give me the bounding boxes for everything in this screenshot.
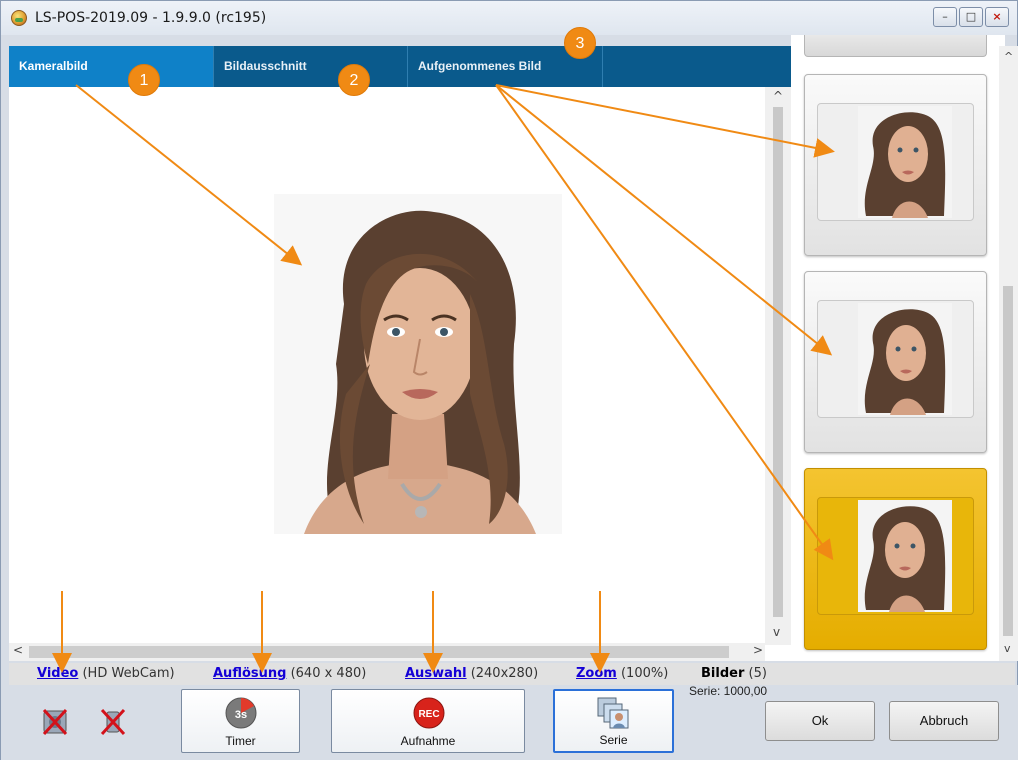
- app-logo-icon: [11, 10, 27, 26]
- series-icon: [597, 697, 629, 729]
- viewport-horizontal-scrollbar[interactable]: < >: [9, 643, 765, 661]
- thumbnail-scroll-up-icon[interactable]: ^: [1004, 50, 1013, 63]
- camera-image: [274, 194, 562, 534]
- viewport-vertical-thumb[interactable]: [773, 107, 783, 617]
- tab-kamerabild[interactable]: Kameralbild: [9, 46, 214, 87]
- camera-off-icon[interactable]: [41, 707, 69, 737]
- thumbnail-card[interactable]: [804, 271, 987, 453]
- zoom-value: (100%): [620, 666, 669, 681]
- app-window: LS-POS-2019.09 - 1.9.9.0 (rc195) – □ × K…: [0, 0, 1018, 760]
- device-off-icon[interactable]: [99, 707, 127, 737]
- video-value: (HD WebCam): [82, 666, 175, 681]
- maximize-button[interactable]: □: [959, 7, 983, 27]
- record-icon-text: REC: [418, 709, 439, 720]
- viewport-vertical-scrollbar[interactable]: ^ v: [765, 87, 791, 645]
- record-button[interactable]: REC Aufnahme: [331, 689, 525, 753]
- thumbnail-scroll-thumb[interactable]: [1003, 286, 1013, 636]
- thumbnail-photo: [858, 303, 952, 415]
- minimize-button[interactable]: –: [933, 7, 957, 27]
- title-bar: LS-POS-2019.09 - 1.9.9.0 (rc195) – □ ×: [1, 1, 1017, 35]
- video-link[interactable]: Video: [37, 666, 78, 681]
- zoom-link[interactable]: Zoom: [576, 666, 617, 681]
- viewport-horizontal-thumb[interactable]: [29, 646, 729, 658]
- window-title: LS-POS-2019.09 - 1.9.9.0 (rc195): [35, 10, 267, 26]
- thumbnail-card-selected[interactable]: [804, 468, 987, 650]
- thumbnail-photo: [858, 106, 952, 218]
- annotation-badge-2: 2: [338, 64, 370, 96]
- scroll-left-icon[interactable]: <: [13, 643, 23, 657]
- resolution-value: (640 x 480): [290, 666, 367, 681]
- resolution-link[interactable]: Auflösung: [213, 666, 286, 681]
- annotation-badge-3: 3: [564, 27, 596, 59]
- tab-bar: Kameralbild Bildausschnitt Aufgenommenes…: [9, 46, 791, 87]
- series-label: Serie: [599, 733, 628, 747]
- record-icon: REC: [413, 697, 445, 729]
- close-button[interactable]: ×: [985, 7, 1009, 27]
- scroll-right-icon[interactable]: >: [753, 643, 763, 657]
- record-label: Aufnahme: [400, 734, 456, 748]
- images-label: Bilder: [701, 666, 745, 681]
- tab-bildausschnitt[interactable]: Bildausschnitt: [214, 46, 408, 87]
- thumbnail-scroll-down-icon[interactable]: v: [1004, 642, 1011, 655]
- thumbnail-photo: [858, 500, 952, 612]
- portrait-thumbnail-icon: [858, 500, 952, 612]
- portrait-thumbnail-icon: [858, 106, 952, 218]
- selection-link[interactable]: Auswahl: [405, 666, 467, 681]
- thumbnail-scrollbar[interactable]: ^ v: [999, 46, 1018, 661]
- series-info: Serie: 1000,00: [689, 684, 768, 698]
- thumbnail-card[interactable]: [804, 74, 987, 256]
- timer-button[interactable]: 3s Timer: [181, 689, 300, 753]
- images-count: (5): [748, 666, 767, 681]
- timer-icon-text: 3s: [235, 709, 247, 721]
- annotation-badge-1: 1: [128, 64, 160, 96]
- scroll-down-icon[interactable]: v: [773, 625, 780, 639]
- scroll-up-icon[interactable]: ^: [773, 89, 783, 103]
- timer-label: Timer: [225, 734, 256, 748]
- status-bar: Video (HD WebCam) Auflösung (640 x 480) …: [9, 663, 1015, 685]
- portrait-photo-icon: [274, 194, 562, 534]
- selection-value: (240x280): [470, 666, 539, 681]
- thumbnail-card-partial[interactable]: [804, 35, 987, 57]
- cancel-button[interactable]: Abbruch: [889, 701, 999, 741]
- series-button[interactable]: Serie: [553, 689, 674, 753]
- ok-button[interactable]: Ok: [765, 701, 875, 741]
- portrait-thumbnail-icon: [858, 303, 952, 415]
- timer-icon: 3s: [225, 697, 257, 729]
